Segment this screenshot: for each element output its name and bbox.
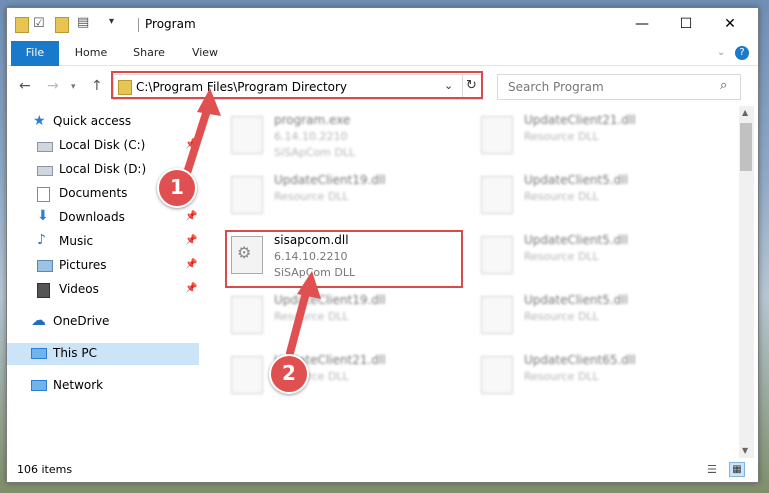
- scroll-thumb[interactable]: [740, 123, 752, 171]
- step-badge-two: 2: [269, 354, 309, 394]
- tiles-view-icon[interactable]: ▦: [729, 462, 745, 477]
- arrow-two: [286, 271, 321, 357]
- explorer-window: ☑ ▤ ▾ Program — ☐ ✕ File Home Share View…: [6, 7, 759, 483]
- scroll-up-icon[interactable]: ▲: [742, 108, 748, 117]
- item-count: 106 items: [17, 463, 73, 476]
- details-view-icon[interactable]: ☰: [707, 463, 717, 476]
- arrow-one: [183, 88, 221, 177]
- annotation-arrows: [183, 88, 321, 357]
- scroll-down-icon[interactable]: ▼: [742, 446, 748, 455]
- step-badge-one: 1: [157, 168, 197, 208]
- status-bar: 106 items ☰ ▦: [7, 459, 758, 481]
